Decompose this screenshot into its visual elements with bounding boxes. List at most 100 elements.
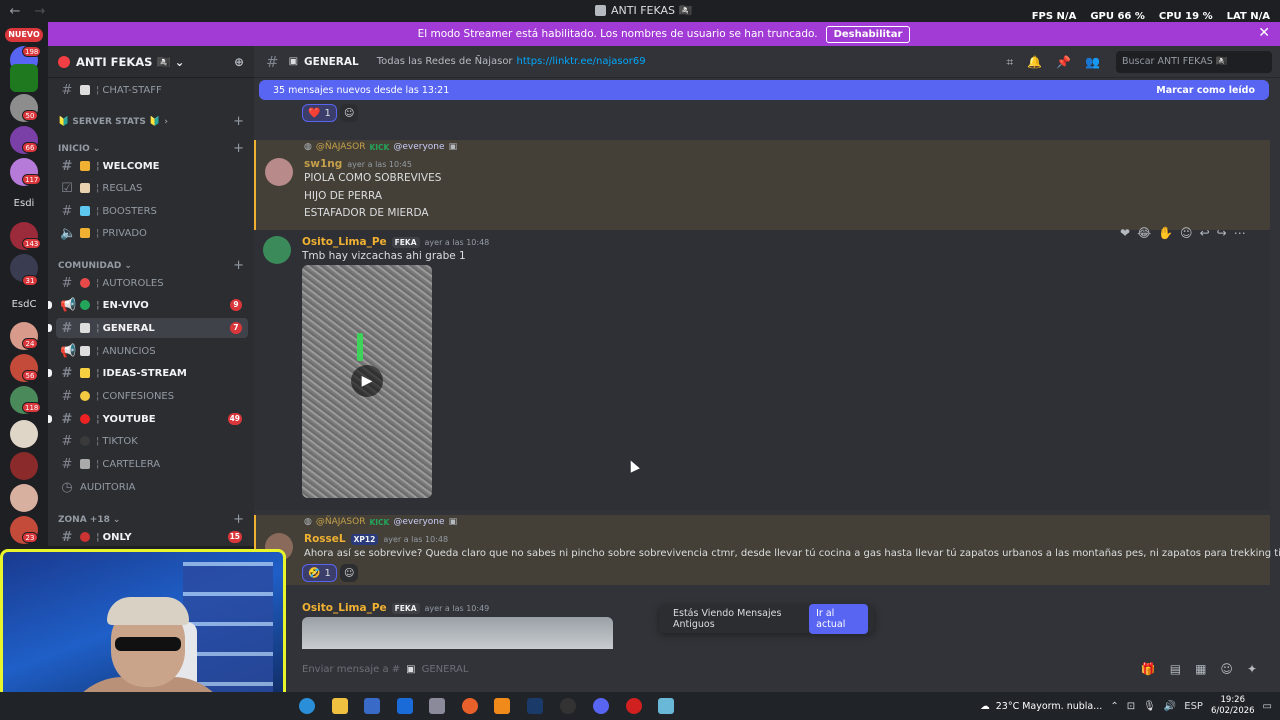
gift-icon[interactable]: 🎁 [1141, 662, 1156, 676]
system-tray: ☁ 23°C Mayorm. nubla... ⌃ ⊡ 🎙 🔊 ESP 19:2… [980, 692, 1272, 720]
clock[interactable]: 19:26 6/02/2026 [1211, 695, 1255, 717]
channel-privado[interactable]: 🔈 ¦ PRIVADO [56, 223, 248, 243]
channel-general[interactable]: # ¦ GENERAL 7 [48, 318, 248, 338]
image-attachment[interactable] [302, 617, 613, 649]
topic-link[interactable]: https://linktr.ee/najasor69 [517, 56, 646, 67]
members-icon[interactable]: 👥 [1085, 55, 1100, 70]
app-icon[interactable] [429, 698, 445, 714]
channel-anuncios[interactable]: 📢 ¦ ANUNCIOS [56, 341, 248, 361]
reply-avatar-icon: ◍ [304, 142, 312, 152]
reaction-heart[interactable]: ❤️ 1 [302, 104, 337, 122]
more-icon[interactable]: ⋯ [1234, 226, 1246, 240]
play-icon[interactable]: ▶ [351, 365, 383, 397]
reply-icon[interactable]: ↩ [1200, 226, 1210, 240]
video-attachment[interactable]: ▶ [302, 265, 432, 498]
hash-icon: # [61, 529, 73, 545]
category-comunidad[interactable]: COMUNIDAD ⌄ + [58, 258, 244, 273]
add-reaction-icon[interactable]: ☺ [1180, 226, 1193, 240]
obs-icon[interactable] [560, 698, 576, 714]
store-icon[interactable] [364, 698, 380, 714]
app-icon[interactable] [658, 698, 674, 714]
add-channel-icon[interactable]: + [233, 141, 244, 156]
disable-streamer-button[interactable]: Deshabilitar [825, 25, 911, 43]
add-channel-icon[interactable]: + [233, 114, 244, 129]
reaction-laugh[interactable]: 🤣 1 [302, 564, 337, 582]
jump-to-present-button[interactable]: Ir al actual [809, 604, 868, 634]
channel-confesiones[interactable]: # ¦ CONFESIONES [56, 386, 248, 406]
add-channel-icon[interactable]: + [233, 258, 244, 273]
channel-boosters[interactable]: # ¦ BOOSTERS [56, 201, 248, 221]
firefox-icon[interactable] [462, 698, 478, 714]
gif-icon[interactable]: ▤ [1170, 662, 1181, 676]
add-channel-icon[interactable]: + [233, 512, 244, 527]
opera-icon[interactable] [626, 698, 642, 714]
bell-icon[interactable]: 🔔 [1027, 55, 1042, 70]
add-reaction-icon[interactable]: ☺ [340, 564, 359, 582]
notifications-icon[interactable]: ▭ [1263, 701, 1272, 712]
chevron-down-icon: ⌄ [92, 143, 101, 154]
language-indicator[interactable]: ESP [1184, 701, 1203, 712]
new-messages-bar[interactable]: 35 mensajes nuevos desde las 13:21 Marca… [259, 80, 1269, 100]
forward-icon[interactable]: ↪ [1217, 226, 1227, 240]
hash-icon: # [61, 456, 73, 472]
category-inicio[interactable]: INICIO ⌄ + [58, 141, 244, 156]
forward-arrow-icon[interactable]: → [30, 4, 50, 19]
channel-chat-staff[interactable]: # ¦ CHAT-STAFF [56, 80, 248, 100]
category-zona-18[interactable]: ZONA +18 ⌄ + [58, 512, 244, 527]
add-member-icon[interactable]: ⊕ [234, 55, 244, 69]
heart-reaction-icon[interactable]: ❤ [1120, 226, 1130, 240]
server-text-icon[interactable]: Esdi [6, 198, 42, 209]
channel-tiktok[interactable]: # ¦ TIKTOK [56, 431, 248, 451]
emoji-icon[interactable]: ☺ [1220, 662, 1233, 676]
vlc-icon[interactable] [494, 698, 510, 714]
channel-cartelera[interactable]: # ¦ CARTELERA [56, 454, 248, 474]
back-arrow-icon[interactable]: ← [0, 4, 30, 19]
channel-en-vivo[interactable]: 📢 ¦ EN-VIVO 9 [48, 295, 248, 315]
avatar[interactable] [265, 158, 293, 186]
clock-icon: ◷ [61, 479, 73, 495]
channel-ideas-stream[interactable]: # ¦ IDEAS-STREAM [48, 363, 248, 383]
server-icon[interactable] [10, 484, 38, 512]
steam-icon[interactable] [527, 698, 543, 714]
server-text-icon[interactable]: EsdC [6, 299, 42, 310]
channel-auditoria[interactable]: ◷ AUDITORIA [56, 477, 248, 497]
search-input[interactable]: Buscar ANTI FEKAS 🏴‍☠️ [1116, 51, 1272, 73]
channel-welcome[interactable]: # ¦ WELCOME [56, 156, 248, 176]
network-icon[interactable]: ⊡ [1127, 701, 1135, 712]
channel-youtube[interactable]: # ¦ YOUTUBE 49 [48, 409, 248, 429]
megaphone-icon: 📢 [60, 297, 77, 313]
message-author: Osito_Lima_Pe FEKA ayer a las 10:48 [302, 236, 490, 248]
channel-reglas[interactable]: ☑ ¦ REGLAS [56, 178, 248, 198]
add-reaction-icon[interactable]: ☺ [340, 104, 359, 122]
folder-icon[interactable] [332, 698, 348, 714]
laugh-reaction-icon[interactable]: 😂 [1137, 226, 1151, 240]
channel-autoroles[interactable]: # ¦ AUTOROLES [56, 273, 248, 293]
chevron-down-icon: ⌄ [124, 260, 132, 271]
chevron-up-icon[interactable]: ⌃ [1110, 701, 1118, 712]
avatar[interactable] [263, 236, 291, 264]
apps-icon[interactable]: ✦ [1247, 662, 1257, 676]
threads-icon[interactable]: ⌗ [1006, 55, 1013, 70]
weather-widget[interactable]: ☁ 23°C Mayorm. nubla... [980, 701, 1102, 712]
edge-icon[interactable] [299, 698, 315, 714]
hash-icon: # [61, 388, 73, 404]
discord-icon[interactable] [593, 698, 609, 714]
outlook-icon[interactable] [397, 698, 413, 714]
server-header[interactable]: ANTI FEKAS 🏴‍☠️ ⌄ ⊕ [48, 46, 254, 78]
message-input[interactable]: Enviar mensaje a # ▣ GENERAL 🎁 ▤ ▦ ☺ ✦ [286, 654, 1271, 684]
volume-icon[interactable]: 🔊 [1164, 701, 1176, 712]
reply-preview[interactable]: ◍ @ÑAJASOR KICK @everyone ▣ [304, 517, 457, 527]
reply-preview[interactable]: ◍ @ÑAJASOR KICK @everyone ▣ [304, 142, 457, 152]
mark-as-read-button[interactable]: Marcar como leído [1156, 85, 1255, 96]
server-icon[interactable] [10, 420, 38, 448]
channel-only[interactable]: # ¦ ONLY 15 [56, 527, 248, 546]
banner-text: El modo Streamer está habilitado. Los no… [417, 28, 818, 40]
hand-reaction-icon[interactable]: ✋ [1158, 226, 1173, 240]
server-icon[interactable] [10, 452, 38, 480]
close-icon[interactable]: ✕ [1258, 25, 1270, 41]
sticker-icon[interactable]: ▦ [1195, 662, 1206, 676]
category-server-stats[interactable]: 🔰 SERVER STATS 🔰 › + [58, 114, 244, 129]
mic-icon[interactable]: 🎙 [1143, 701, 1156, 712]
pin-icon[interactable]: 📌 [1056, 55, 1071, 70]
kick-server-icon[interactable] [10, 64, 38, 92]
